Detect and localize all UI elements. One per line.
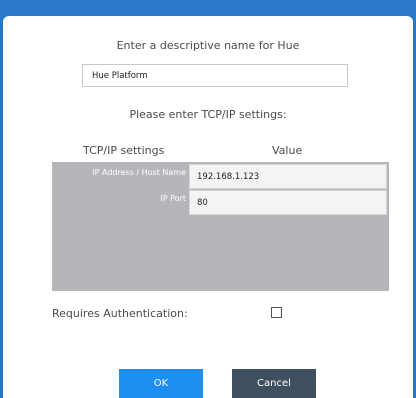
ip-port-field[interactable] [189,190,387,215]
ok-button[interactable]: OK [119,369,203,398]
settings-dialog: Enter a descriptive name for Hue Please … [3,16,413,398]
ip-address-field[interactable] [189,164,387,189]
tcp-prompt: Please enter TCP/IP settings: [129,108,287,121]
name-input[interactable] [82,64,348,87]
ip-address-label: IP Address / Host Name [92,168,186,177]
col-header-setting: TCP/IP settings [83,144,165,157]
cancel-button[interactable]: Cancel [232,369,316,398]
col-header-value: Value [272,144,303,157]
auth-checkbox[interactable] [271,307,282,318]
ip-port-label: IP Port [160,194,186,203]
name-prompt: Enter a descriptive name for Hue [116,39,300,52]
auth-label: Requires Authentication: [52,307,188,320]
settings-grid: IP Address / Host Name IP Port [52,162,389,291]
